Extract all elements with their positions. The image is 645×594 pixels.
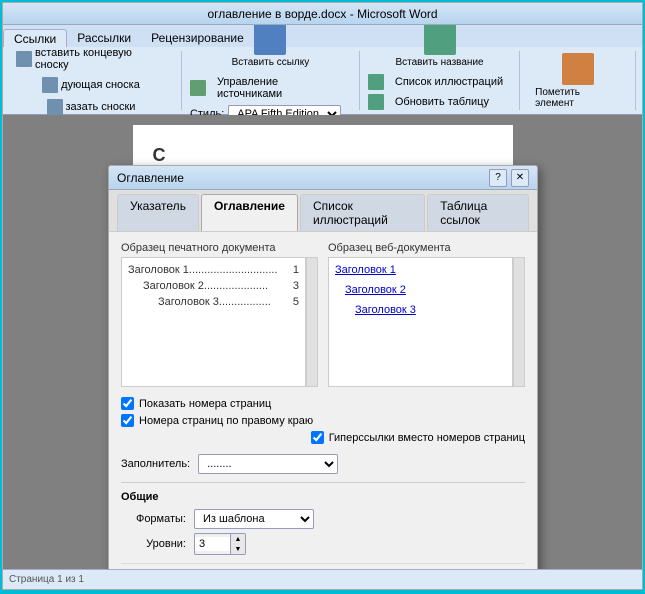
dialog-body: Образец печатного документа Заголовок 1.… (109, 232, 537, 569)
web-toc-link-1[interactable]: Заголовок 1 (335, 264, 506, 276)
citation-icon (254, 23, 286, 55)
formats-label: Форматы: (121, 513, 186, 525)
print-preview-container: Образец печатного документа Заголовок 1.… (121, 242, 318, 387)
general-section: Общие Форматы: Из шаблона Уровни: 3 ▲ (121, 482, 525, 555)
show-page-numbers-checkbox[interactable] (121, 397, 134, 410)
print-preview-label: Образец печатного документа (121, 242, 318, 254)
web-preview-container: Образец веб-документа Заголовок 1 Заголо… (328, 242, 525, 387)
right-align-row: Номера страниц по правому краю (121, 414, 525, 427)
levels-down-btn[interactable]: ▼ (231, 544, 245, 554)
tab-figures[interactable]: Список иллюстраций (300, 194, 425, 231)
title-bar: оглавление в ворде.docx - Microsoft Word (3, 3, 642, 25)
status-bar: Страница 1 из 1 (3, 569, 642, 589)
insert-endnote-btn[interactable]: вставить концевую сноску (9, 44, 173, 74)
index-group: Пометить элемент (528, 51, 636, 110)
dialog-close-btn[interactable]: ✕ (511, 169, 529, 187)
general-title: Общие (121, 491, 525, 503)
footnote-group: вставить концевую сноску дующая сноска з… (9, 51, 182, 110)
levels-row: Уровни: 3 ▲ ▼ (121, 533, 525, 555)
hyperlinks-row: Гиперссылки вместо номеров страниц (311, 431, 525, 444)
tab-index[interactable]: Указатель (117, 194, 199, 231)
hyperlinks-label: Гиперссылки вместо номеров страниц (329, 432, 525, 444)
fill-label: Заполнитель: (121, 458, 190, 470)
endnote-icon (16, 51, 32, 67)
doc-heading-1: С (153, 145, 493, 166)
dialog-toc: Оглавление ? ✕ Указатель Оглавление Спис… (108, 165, 538, 569)
show-footnotes-icon (47, 99, 63, 115)
formats-select[interactable]: Из шаблона (194, 509, 314, 529)
illustrations-icon (368, 74, 384, 90)
print-preview-box: Заголовок 1.............................… (121, 257, 306, 387)
levels-spinner-btns: ▲ ▼ (230, 534, 245, 554)
update-icon (368, 94, 384, 110)
dialog-help-btn[interactable]: ? (489, 169, 507, 187)
web-preview-box: Заголовок 1 Заголовок 2 Заголовок 3 (328, 257, 513, 387)
formats-row: Форматы: Из шаблона (121, 509, 525, 529)
preview-section: Образец печатного документа Заголовок 1.… (121, 242, 525, 387)
window-title: оглавление в ворде.docx - Microsoft Word (207, 7, 437, 21)
toc-print-entry-3: Заголовок 3................. 5 (128, 296, 299, 308)
manage-sources-btn[interactable]: Управление источниками (210, 73, 351, 103)
dialog-title: Оглавление (117, 171, 184, 185)
insert-citation-btn[interactable]: Вставить ссылку (225, 18, 317, 73)
fill-select[interactable]: ........ (198, 454, 338, 474)
tab-citations[interactable]: Таблица ссылок (427, 194, 529, 231)
show-page-numbers-label: Показать номера страниц (139, 398, 271, 410)
illustrations-row: Список иллюстраций (368, 73, 511, 91)
tab-toc[interactable]: Оглавление (201, 194, 298, 231)
captions-group: Вставить название Список иллюстраций Обн… (368, 51, 520, 110)
levels-up-btn[interactable]: ▲ (231, 534, 245, 544)
levels-label: Уровни: (121, 538, 186, 550)
dialog-footer: Параметры... Изменить... ОК Отмена (121, 563, 525, 569)
document-area: С (p Ф Ес автоматическое) и настроить Ог… (3, 115, 642, 569)
hyperlinks-checkbox[interactable] (311, 431, 324, 444)
next-footnote-btn[interactable]: дующая сноска (35, 74, 147, 96)
mark-icon (562, 53, 594, 85)
illustrations-btn[interactable]: Список иллюстраций (388, 73, 510, 91)
web-preview-scrollbar[interactable] (513, 257, 525, 387)
ribbon-content: вставить концевую сноску дующая сноска з… (3, 47, 642, 115)
fill-row: Заполнитель: ........ (121, 454, 525, 474)
dialog-controls: ? ✕ (489, 169, 529, 187)
web-toc-link-3[interactable]: Заголовок 3 (335, 304, 506, 316)
caption-icon (424, 23, 456, 55)
toc-print-entry-2: Заголовок 2..................... 3 (128, 280, 299, 292)
levels-input[interactable]: 3 (195, 537, 230, 551)
citations-group: Вставить ссылку Управление источниками С… (190, 51, 360, 110)
manage-icon (190, 80, 206, 96)
right-align-checkbox[interactable] (121, 414, 134, 427)
print-preview-scrollbar[interactable] (306, 257, 318, 387)
levels-spinner: 3 ▲ ▼ (194, 533, 246, 555)
dialog-titlebar: Оглавление ? ✕ (109, 166, 537, 190)
update-table-row: Обновить таблицу (368, 93, 511, 111)
dialog-tabs: Указатель Оглавление Список иллюстраций … (109, 190, 537, 232)
word-window: оглавление в ворде.docx - Microsoft Word… (2, 2, 643, 590)
web-preview-label: Образец веб-документа (328, 242, 525, 254)
show-page-numbers-row: Показать номера страниц (121, 397, 525, 410)
right-align-label: Номера страниц по правому краю (139, 415, 313, 427)
web-toc-link-2[interactable]: Заголовок 2 (335, 284, 506, 296)
mark-item-btn[interactable]: Пометить элемент (528, 48, 627, 114)
manage-sources-row: Управление источниками (190, 73, 351, 103)
next-footnote-icon (42, 77, 58, 93)
toc-print-entry-1: Заголовок 1.............................… (128, 264, 299, 276)
status-text: Страница 1 из 1 (9, 574, 84, 585)
update-table-btn[interactable]: Обновить таблицу (388, 93, 496, 111)
insert-caption-btn[interactable]: Вставить название (388, 18, 490, 73)
